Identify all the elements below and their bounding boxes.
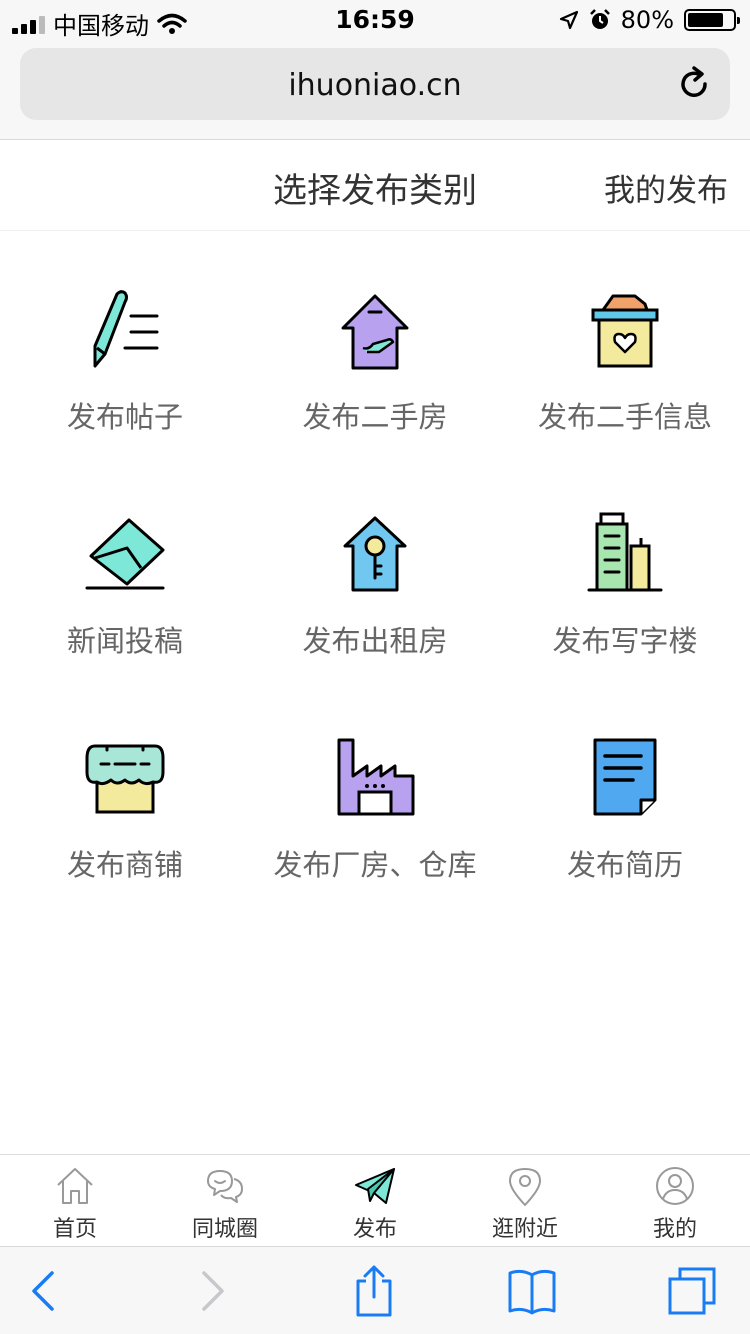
browser-url-area: ihuoniao.cn [0, 40, 750, 140]
tab-publish[interactable]: 发布 [300, 1155, 450, 1246]
category-news[interactable]: 新闻投稿 [0, 456, 250, 680]
category-label: 发布写字楼 [552, 624, 698, 658]
category-label: 发布二手房 [302, 400, 448, 434]
location-icon [509, 1168, 541, 1206]
tabs-icon[interactable] [666, 1265, 718, 1317]
tab-label: 我的 [652, 1217, 697, 1242]
bottom-tab-bar: 首页 同城圈 发布 逛附近 我的 [0, 1154, 750, 1246]
category-label: 发布二手信息 [537, 400, 712, 434]
browser-toolbar [0, 1246, 750, 1334]
user-icon [656, 1167, 694, 1205]
home-icon [57, 1168, 93, 1204]
factory-icon [337, 738, 415, 816]
category-label: 发布帖子 [66, 400, 183, 434]
status-right: 80% [559, 6, 740, 34]
back-icon[interactable] [18, 1265, 70, 1317]
category-second-hand-house[interactable]: 发布二手房 [250, 232, 500, 456]
category-label: 发布简历 [566, 848, 683, 882]
category-label: 发布商铺 [66, 848, 183, 882]
category-rental[interactable]: 发布出租房 [250, 456, 500, 680]
location-arrow-icon [559, 10, 578, 30]
category-second-hand-goods[interactable]: 发布二手信息 [500, 232, 750, 456]
category-label: 新闻投稿 [66, 624, 183, 658]
page-header: 选择发布类别 我的发布 [0, 141, 750, 231]
category-label: 发布出租房 [302, 624, 448, 658]
box-heart-icon [591, 294, 659, 368]
reload-icon[interactable] [674, 64, 714, 104]
shop-icon [85, 744, 165, 814]
resume-icon [593, 738, 657, 816]
address-bar[interactable]: ihuoniao.cn [20, 48, 730, 120]
category-factory[interactable]: 发布厂房、仓库 [250, 680, 500, 904]
envelope-icon [85, 518, 165, 590]
category-grid: 发布帖子 发布二手房 发布二手信息 新闻投稿 发布出租房 发布写字楼 发布商铺 … [0, 232, 750, 904]
tab-label: 逛附近 [491, 1217, 558, 1242]
chat-icon [207, 1170, 243, 1203]
tab-circle[interactable]: 同城圈 [150, 1155, 300, 1246]
category-post[interactable]: 发布帖子 [0, 232, 250, 456]
paper-plane-icon [355, 1168, 395, 1204]
tab-mine[interactable]: 我的 [600, 1155, 750, 1246]
battery-percent: 80% [620, 6, 674, 34]
office-building-icon [587, 512, 663, 592]
tab-label: 同城圈 [191, 1217, 258, 1242]
bookmarks-icon[interactable] [506, 1265, 558, 1317]
alarm-icon [589, 9, 610, 29]
house-key-icon [343, 516, 407, 592]
share-icon[interactable] [348, 1265, 400, 1317]
category-resume[interactable]: 发布简历 [500, 680, 750, 904]
category-label: 发布厂房、仓库 [273, 848, 477, 882]
forward-icon[interactable] [186, 1265, 238, 1317]
category-shop[interactable]: 发布商铺 [0, 680, 250, 904]
url-text[interactable]: ihuoniao.cn [20, 68, 730, 103]
tab-nearby[interactable]: 逛附近 [450, 1155, 600, 1246]
pencil-icon [93, 290, 159, 368]
status-bar: 中国移动 16:59 80% [0, 0, 750, 40]
tab-label: 发布 [352, 1217, 397, 1242]
house-hand-icon [341, 294, 409, 370]
category-office[interactable]: 发布写字楼 [500, 456, 750, 680]
tab-label: 首页 [52, 1217, 97, 1242]
battery-icon [684, 9, 740, 31]
my-posts-link[interactable]: 我的发布 [604, 165, 728, 210]
tab-home[interactable]: 首页 [0, 1155, 150, 1246]
